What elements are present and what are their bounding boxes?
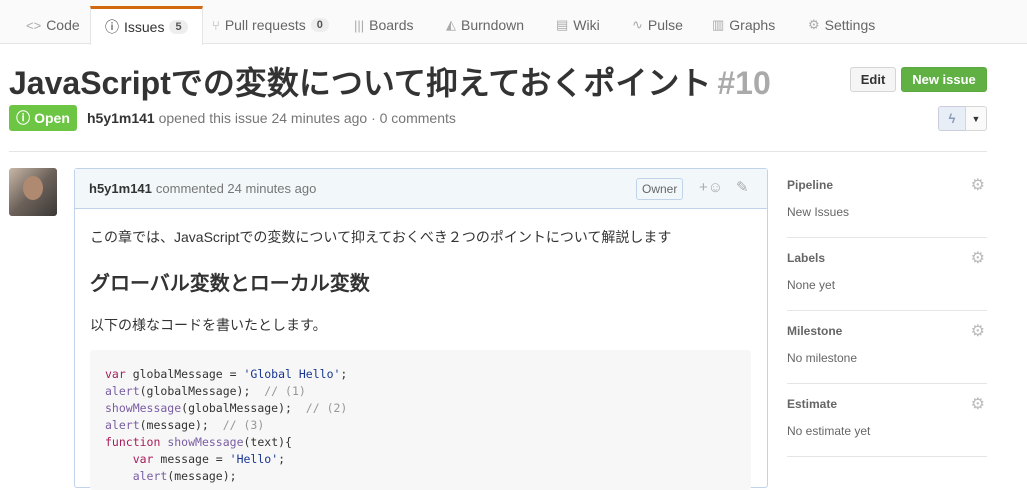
sidebar-heading: Estimate [787,397,838,411]
pencil-icon[interactable]: ✎ [736,178,749,196]
comment-header: h5y1m141 commented 24 minutes ago Owner +… [75,169,767,209]
status-label: Open [34,110,70,126]
tab-label: Graphs [729,17,776,33]
tab-label: Boards [369,17,414,33]
gear-icon[interactable]: ⚙ [971,321,985,341]
caret-down-icon: ▼ [971,113,981,124]
tab-label: Settings [824,17,876,33]
comment-time[interactable]: commented 24 minutes ago [156,181,316,196]
zenhub-dropdown[interactable]: ▼ [965,106,987,131]
gear-icon[interactable]: ⚙ [971,175,985,195]
burndown-icon: ◭ [446,17,456,32]
lightning-icon: ϟ [948,111,956,126]
tab-label: Issues [124,19,165,35]
issue-meta: h5y1m141 opened this issue 24 minutes ag… [87,110,456,126]
tab-label: Pull requests [224,17,306,33]
tab-issues[interactable]: ⓘ Issues 5 [90,6,203,45]
meta-text: opened this issue 24 minutes ago · 0 com… [158,110,456,126]
issue-title: JavaScriptでの変数について抑えておくポイント #10 [9,58,771,104]
tab-settings[interactable]: ⚙ Settings [794,6,889,44]
comment: h5y1m141 commented 24 minutes ago Owner +… [74,168,768,490]
sidebar-heading: Pipeline [787,178,834,192]
issue-number: #10 [717,65,771,101]
add-reaction-icon[interactable]: +☺ [699,179,723,196]
tab-label: Wiki [573,17,600,33]
sidebar-estimate: Estimate ⚙ No estimate yet [787,384,987,457]
avatar[interactable] [9,168,57,216]
edit-button[interactable]: Edit [850,67,896,92]
gear-icon: ⚙ [808,17,820,32]
tab-graphs[interactable]: ▥ Graphs [698,6,789,44]
sidebar-labels: Labels ⚙ None yet [787,238,987,311]
comment-heading: グローバル変数とローカル変数 [90,273,370,295]
status-badge: ⓘ Open [9,105,77,131]
tab-pull-requests[interactable]: ⑂ Pull requests 0 [198,6,343,44]
pulse-icon: ∿ [632,17,643,32]
repo-nav: <> Code ⓘ Issues 5 ⑂ Pull requests 0 ||| Board… [0,0,1027,45]
pr-count: 0 [310,18,329,32]
code-block: var globalMessage = 'Global Hello'; aler… [90,350,751,490]
pull-request-icon: ⑂ [212,17,220,33]
sidebar-heading: Milestone [787,324,843,338]
issue-title-text: JavaScriptでの変数について抑えておくポイント [9,65,712,101]
tab-pulse[interactable]: ∿ Pulse [618,6,697,44]
owner-badge: Owner [636,178,684,200]
comment-author[interactable]: h5y1m141 [89,181,152,196]
issue-icon: ⓘ [105,19,119,35]
sidebar-value: None yet [787,278,836,292]
graph-icon: ▥ [712,17,725,32]
tab-label: Burndown [461,17,525,33]
comment-paragraph: 以下の様なコードを書いたとします。 [90,317,327,333]
tab-code[interactable]: <> Code [12,6,94,44]
author-link[interactable]: h5y1m141 [87,110,155,126]
tab-burndown[interactable]: ◭ Burndown [432,6,538,44]
code-icon: <> [26,17,42,33]
sidebar-pipeline: Pipeline ⚙ New Issues [787,165,987,238]
sidebar-value: No estimate yet [787,424,871,438]
new-issue-button[interactable]: New issue [901,67,987,92]
comment-paragraph: この章では、JavaScriptでの変数について抑えておくべき２つのポイントにつ… [90,229,672,245]
sidebar-value: New Issues [787,205,850,219]
gear-icon[interactable]: ⚙ [971,394,985,414]
issue-count: 5 [169,20,188,34]
boards-icon: ||| [354,17,365,33]
gear-icon[interactable]: ⚙ [971,248,985,268]
issue-open-icon: ⓘ [16,110,31,126]
tab-boards[interactable]: ||| Boards [340,6,428,44]
sidebar-value: No milestone [787,351,858,365]
divider [9,151,987,152]
tab-label: Code [46,17,80,33]
tab-wiki[interactable]: ▤ Wiki [542,6,614,44]
wiki-icon: ▤ [556,17,569,32]
sidebar-milestone: Milestone ⚙ No milestone [787,311,987,384]
tab-label: Pulse [647,17,683,33]
zenhub-button[interactable]: ϟ [938,106,966,131]
sidebar-heading: Labels [787,251,826,265]
